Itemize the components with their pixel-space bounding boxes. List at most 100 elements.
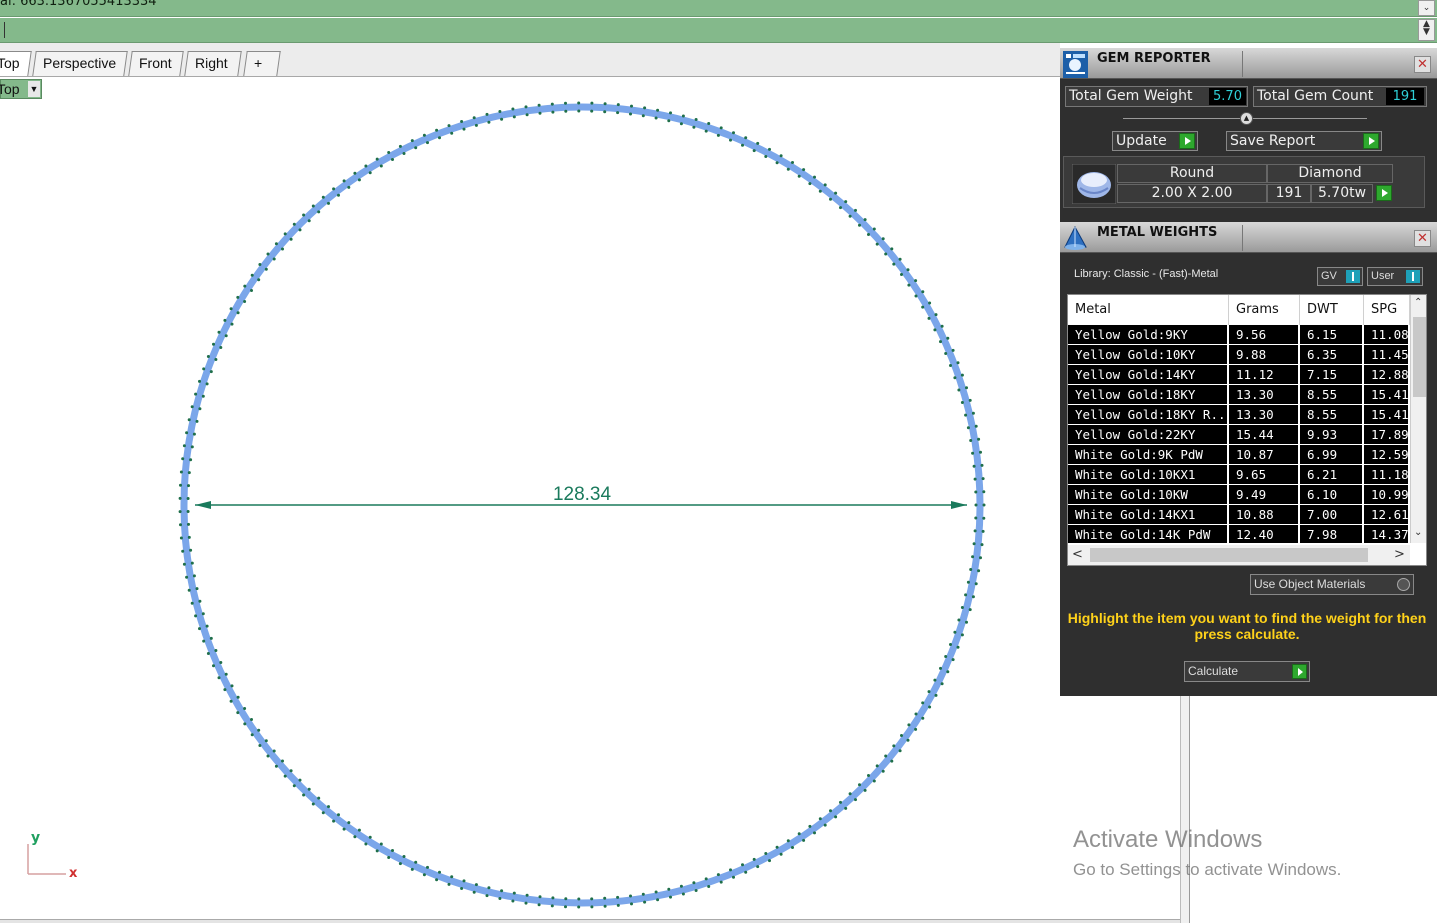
update-button[interactable]: Update	[1112, 131, 1198, 151]
gem-dot	[898, 257, 902, 261]
table-row[interactable]: Yellow Gold:9KY 9.56 6.15 11.08	[1068, 325, 1410, 345]
table-row[interactable]: White Gold:9K PdW 10.87 6.99 12.59	[1068, 445, 1410, 465]
gem-dot	[307, 787, 311, 791]
gem-dot	[229, 307, 233, 311]
gem-dot	[667, 887, 671, 891]
table-row[interactable]: White Gold:14KX1 10.88 7.00 12.61	[1068, 505, 1410, 525]
gem-dot	[946, 670, 950, 674]
gem-dot	[630, 902, 633, 906]
gem-dot	[487, 886, 491, 890]
gem-detail-button[interactable]	[1372, 184, 1394, 203]
history-scroll-down-button[interactable]: ⌄	[1418, 0, 1435, 16]
gem-dot	[353, 835, 357, 839]
gem-dot	[921, 305, 925, 309]
tab-right[interactable]: Right	[184, 51, 242, 76]
gem-dot	[337, 193, 340, 197]
tab-front[interactable]: Front	[128, 51, 184, 76]
column-header-grams[interactable]: Grams	[1229, 295, 1300, 325]
scroll-thumb[interactable]	[1090, 548, 1368, 562]
calculate-button[interactable]: Calculate	[1184, 661, 1310, 682]
user-toggle[interactable]: User	[1367, 267, 1423, 286]
gem-dot	[854, 798, 857, 802]
cell-spg: 15.41	[1364, 405, 1410, 425]
metal-weights-close-icon[interactable]: ✕	[1414, 230, 1431, 247]
cell-grams: 9.49	[1229, 485, 1300, 505]
column-header-metal[interactable]: Metal	[1068, 295, 1229, 325]
gem-dot	[551, 110, 555, 114]
scroll-thumb[interactable]	[1413, 317, 1426, 397]
gem-dot	[960, 373, 964, 377]
gem-dot	[590, 905, 594, 909]
command-prompt-input[interactable]: ▲ ▼	[0, 18, 1437, 43]
gem-dot	[966, 580, 970, 584]
cell-grams: 9.88	[1229, 345, 1300, 365]
gem-dot	[951, 658, 955, 662]
column-header-dwt[interactable]: DWT	[1300, 295, 1364, 325]
gem-dot	[834, 815, 838, 819]
gem-dot	[289, 237, 293, 241]
gem-dot	[971, 451, 975, 455]
gem-dot	[654, 890, 658, 894]
gem-dot	[704, 129, 708, 133]
use-object-materials-option[interactable]: Use Object Materials	[1250, 574, 1414, 595]
table-row[interactable]: White Gold:10KW 9.49 6.10 10.99	[1068, 485, 1410, 505]
gem-dot	[250, 273, 254, 277]
gem-dot	[603, 904, 607, 908]
gem-reporter-close-icon[interactable]: ✕	[1414, 56, 1431, 73]
gem-dot	[977, 437, 981, 441]
gem-dot	[236, 711, 240, 715]
gem-dot	[829, 809, 832, 813]
gv-toggle[interactable]: GV	[1317, 267, 1363, 286]
tab-top[interactable]: Top	[0, 51, 32, 76]
gem-dot	[217, 330, 221, 334]
gem-dot	[289, 769, 293, 773]
gem-dot	[258, 263, 262, 266]
gem-dot	[214, 649, 218, 652]
table-vertical-scrollbar[interactable]: ⌃ ⌄	[1410, 295, 1426, 543]
scroll-up-icon[interactable]: ⌃	[1414, 297, 1422, 308]
table-row[interactable]: Yellow Gold:22KY 15.44 9.93 17.89	[1068, 425, 1410, 445]
gem-dot	[524, 901, 528, 905]
tab-perspective[interactable]: Perspective	[32, 51, 128, 76]
gem-dot	[669, 895, 672, 899]
table-row[interactable]: White Gold:10KX1 9.65 6.21 11.18	[1068, 465, 1410, 485]
gem-dot	[679, 122, 683, 126]
table-horizontal-scrollbar[interactable]: < >	[1068, 545, 1410, 565]
column-header-spg[interactable]: SPG	[1364, 295, 1410, 325]
gem-dot	[474, 883, 478, 887]
gem-dot	[564, 905, 567, 909]
gem-dot	[914, 727, 918, 731]
viewport-label[interactable]: Top ▼	[0, 79, 42, 99]
save-report-button[interactable]: Save Report	[1226, 131, 1382, 151]
scroll-left-icon[interactable]: <	[1072, 547, 1083, 562]
add-viewport-tab-icon[interactable]: +	[243, 51, 281, 76]
command-history-text: al: 663.1367055413334	[0, 0, 157, 9]
gem-dot	[974, 490, 978, 494]
gem-dot	[223, 688, 227, 692]
gem-dot	[881, 237, 885, 241]
gem-dot	[973, 529, 977, 533]
scroll-right-icon[interactable]: >	[1394, 547, 1405, 562]
table-row[interactable]: White Gold:14K PdW 12.40 7.98 14.37	[1068, 525, 1410, 543]
gem-slider-handle[interactable]: ▲	[1240, 112, 1253, 125]
metal-weights-titlebar[interactable]: METAL WEIGHTS ✕	[1060, 222, 1437, 253]
table-row[interactable]: Yellow Gold:18KY 13.30 8.55 15.41	[1068, 385, 1410, 405]
gem-dot	[863, 218, 867, 222]
gem-dot	[219, 661, 223, 664]
gem-dot	[219, 346, 223, 349]
gem-dot	[435, 128, 439, 132]
scroll-down-icon[interactable]: ⌄	[1414, 527, 1422, 538]
gem-dot	[577, 905, 581, 909]
viewport-top[interactable]: 128.34 y x	[0, 78, 1060, 919]
table-row[interactable]: Yellow Gold:18KY R... 13.30 8.55 15.41	[1068, 405, 1410, 425]
table-row[interactable]: Yellow Gold:10KY 9.88 6.35 11.45	[1068, 345, 1410, 365]
cell-spg: 12.88	[1364, 365, 1410, 385]
gem-dot	[525, 113, 529, 117]
gem-dot	[966, 426, 970, 430]
gem-dot	[422, 873, 426, 877]
prompt-spin-button[interactable]: ▲ ▼	[1418, 19, 1435, 41]
table-row[interactable]: Yellow Gold:14KY 11.12 7.15 12.88	[1068, 365, 1410, 385]
gem-reporter-titlebar[interactable]: GEM REPORTER ✕	[1060, 48, 1437, 79]
table-body: Yellow Gold:9KY 9.56 6.15 11.08 Yellow Gold:…	[1068, 325, 1410, 543]
viewport-menu-dropdown-icon[interactable]: ▼	[28, 81, 40, 97]
